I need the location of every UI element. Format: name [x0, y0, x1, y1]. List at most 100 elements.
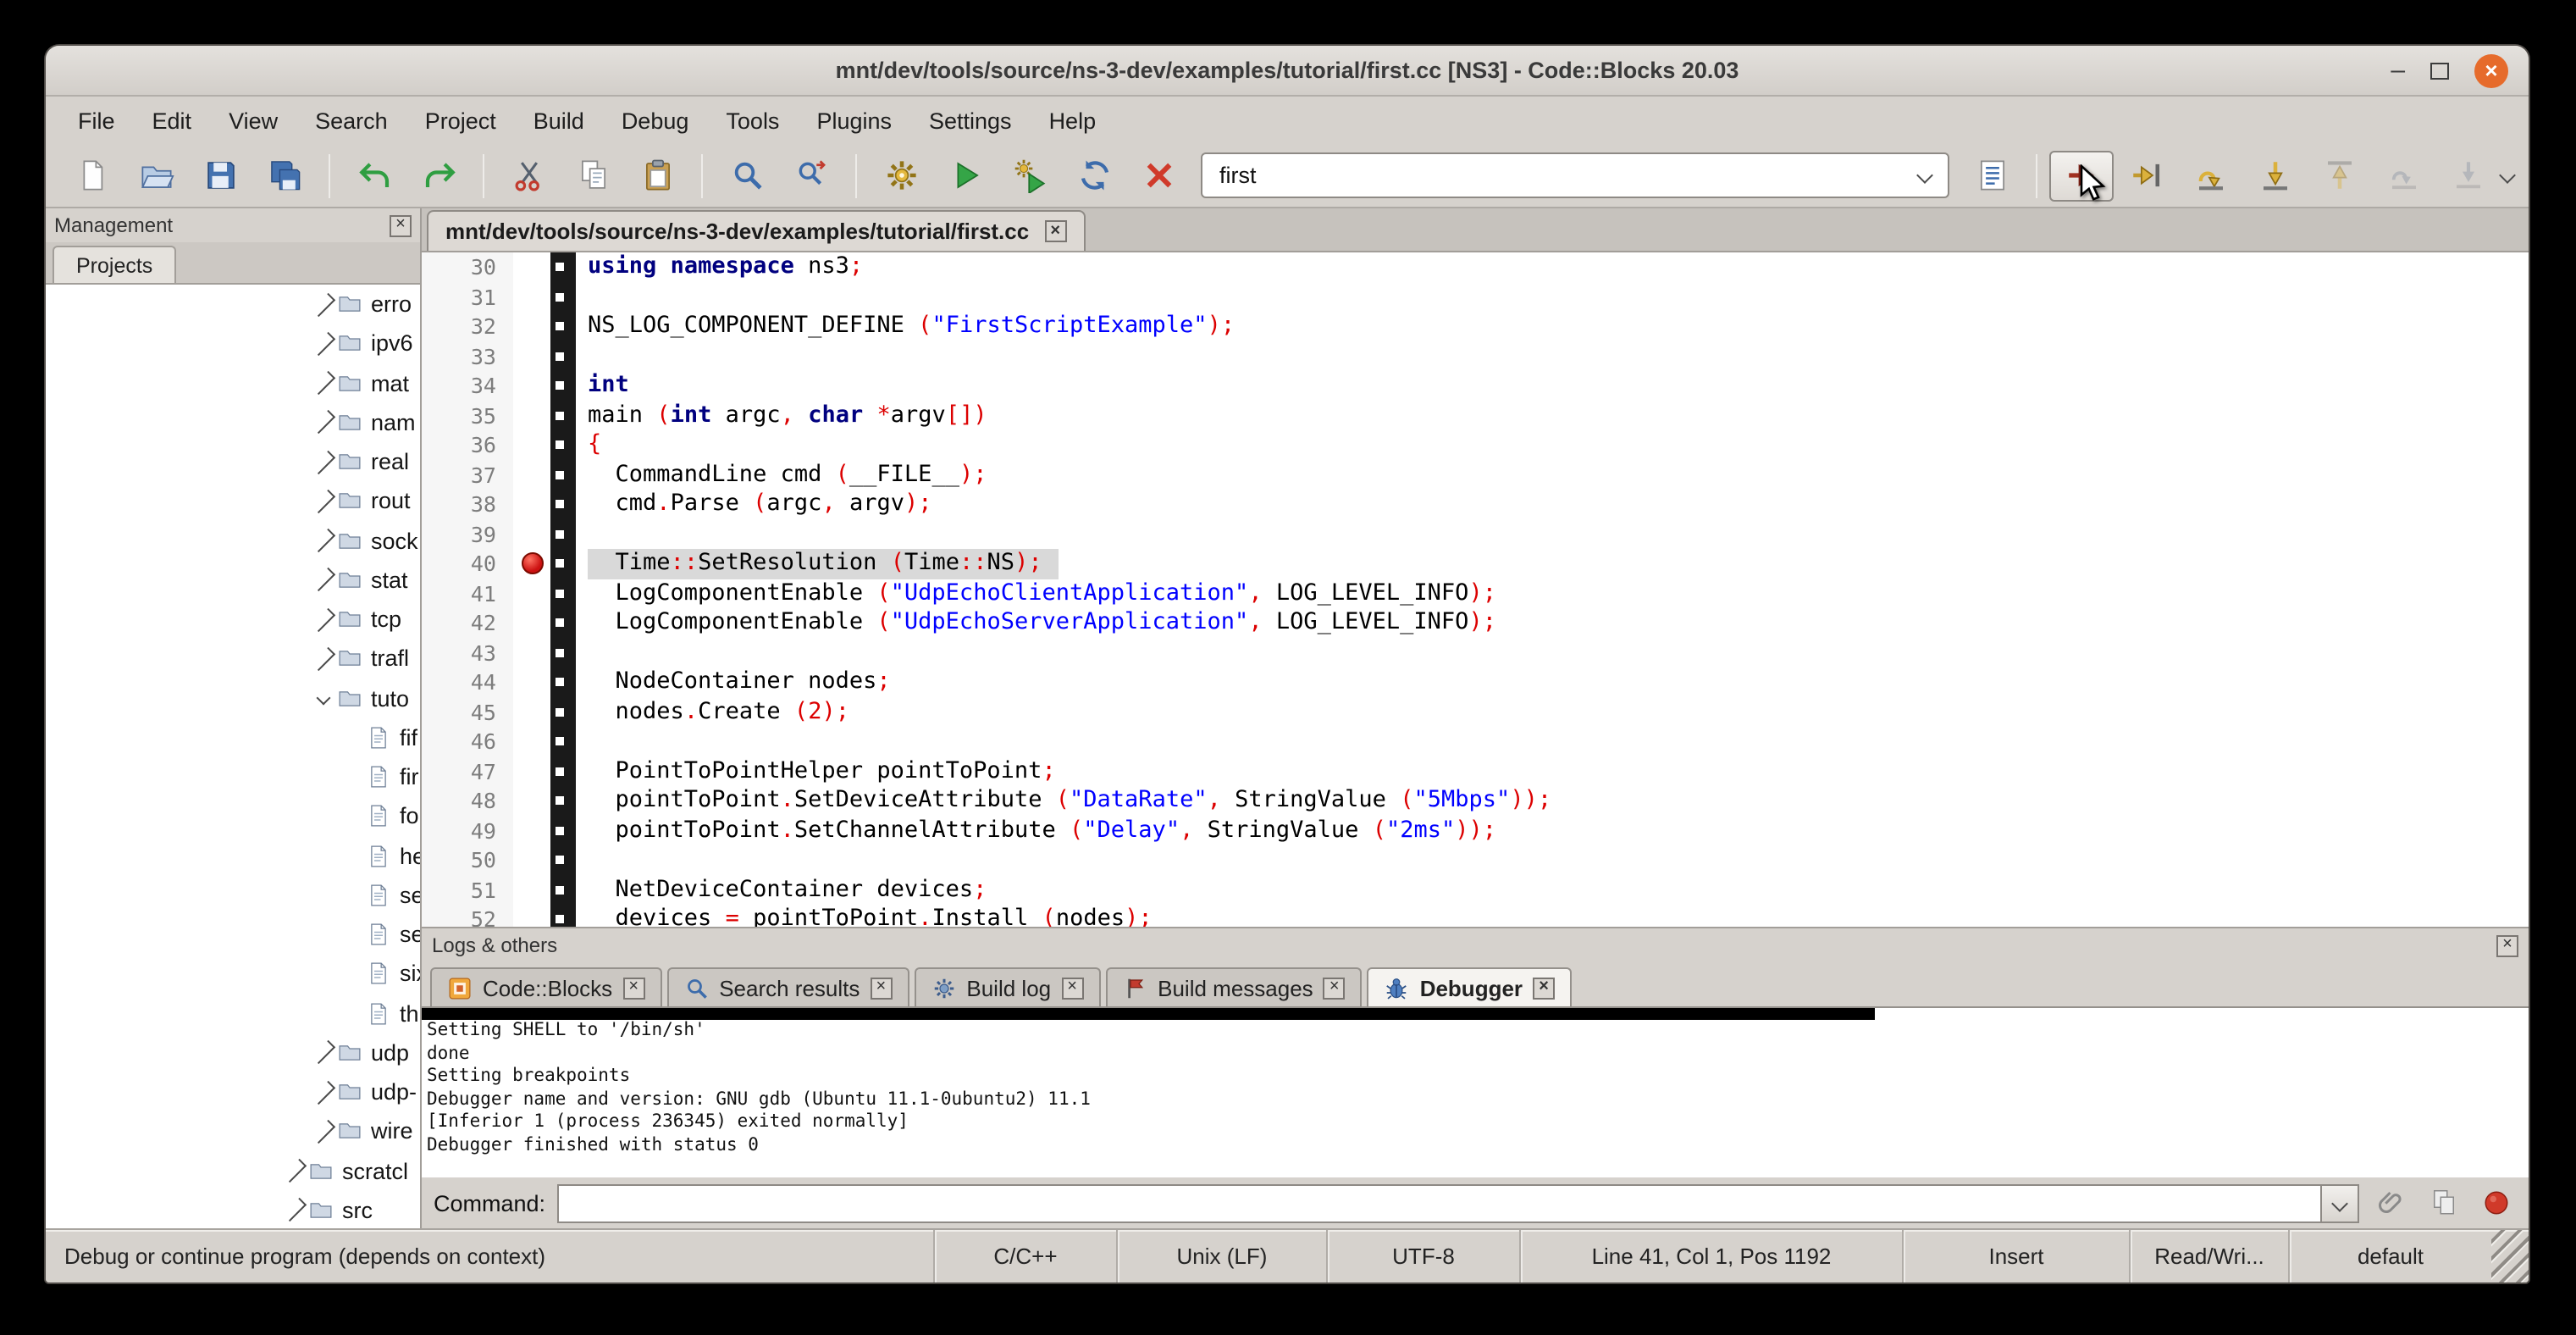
breakpoint-margin[interactable] [513, 579, 550, 608]
menu-help[interactable]: Help [1031, 101, 1115, 140]
code-line-46[interactable]: 46 [422, 727, 2529, 756]
code-line-50[interactable]: 50 [422, 845, 2529, 875]
tree-item-fif[interactable]: fif [46, 718, 420, 758]
open-file-button[interactable] [124, 150, 188, 201]
build-target-combobox[interactable]: first [1201, 152, 1949, 198]
breakpoint-margin[interactable] [513, 756, 550, 786]
tree-item-nam[interactable]: nam [46, 403, 420, 443]
step-out-button[interactable] [2307, 150, 2371, 201]
expand-toggle[interactable] [312, 457, 335, 467]
cut-button[interactable] [496, 150, 561, 201]
step-into-instruction-button[interactable] [2435, 150, 2500, 201]
breakpoint-margin[interactable] [513, 697, 550, 727]
editor-tab-first-cc[interactable]: mnt/dev/tools/source/ns-3-dev/examples/t… [427, 210, 1085, 251]
logs-tab-build-log[interactable]: Build log× [914, 967, 1100, 1006]
code-line-39[interactable]: 39 [422, 519, 2529, 549]
step-into-button[interactable] [2242, 150, 2307, 201]
expand-toggle[interactable] [312, 693, 335, 703]
expand-toggle[interactable] [312, 1087, 335, 1097]
menu-debug[interactable]: Debug [603, 101, 708, 140]
build-button[interactable] [869, 150, 933, 201]
tab-projects[interactable]: Projects [53, 246, 176, 283]
breakpoint-margin[interactable] [513, 371, 550, 401]
breakpoint-margin[interactable] [513, 312, 550, 341]
expand-toggle[interactable] [312, 1127, 335, 1137]
breakpoint-margin[interactable] [513, 845, 550, 875]
tree-item-src[interactable]: src [46, 1191, 420, 1229]
close-icon[interactable]: × [1044, 220, 1066, 242]
run-button[interactable] [933, 150, 998, 201]
redo-button[interactable] [406, 150, 471, 201]
tree-item-mat[interactable]: mat [46, 363, 420, 403]
debugger-log[interactable]: Setting SHELL to '/bin/sh'doneSetting br… [422, 1006, 2529, 1177]
expand-toggle[interactable] [312, 1048, 335, 1058]
tree-item-ipv6[interactable]: ipv6 [46, 324, 420, 364]
close-icon[interactable]: × [2496, 934, 2518, 956]
replace-button[interactable] [779, 150, 843, 201]
menu-plugins[interactable]: Plugins [798, 101, 910, 140]
breakpoint-margin[interactable] [513, 430, 550, 460]
tree-item-fo[interactable]: fo [46, 797, 420, 837]
code-line-51[interactable]: 51 NetDeviceContainer devices; [422, 875, 2529, 905]
tree-item-udp[interactable]: udp [46, 1033, 420, 1073]
close-icon[interactable]: × [390, 214, 412, 236]
title-bar[interactable]: mnt/dev/tools/source/ns-3-dev/examples/t… [46, 46, 2529, 97]
menu-settings[interactable]: Settings [910, 101, 1031, 140]
next-line-button[interactable] [2178, 150, 2242, 201]
logs-tab-search-results[interactable]: Search results× [666, 967, 909, 1006]
tree-item-se[interactable]: se [46, 915, 420, 955]
breakpoint-margin[interactable] [513, 905, 550, 927]
breakpoint-margin[interactable] [513, 786, 550, 816]
tree-item-sock[interactable]: sock [46, 521, 420, 561]
tree-item-se[interactable]: se [46, 876, 420, 916]
selected-log-row[interactable] [422, 1008, 1876, 1020]
breakpoint-margin[interactable] [513, 668, 550, 697]
expand-toggle[interactable] [312, 535, 335, 546]
code-line-42[interactable]: 42 LogComponentEnable ("UdpEchoServerApp… [422, 608, 2529, 638]
copy-button[interactable] [561, 150, 625, 201]
breakpoint-margin[interactable] [513, 549, 550, 579]
stop-debugger-button[interactable] [2476, 1183, 2517, 1223]
code-line-37[interactable]: 37 CommandLine cmd (__FILE__); [422, 460, 2529, 490]
expand-toggle[interactable] [312, 496, 335, 507]
save-all-button[interactable] [252, 150, 317, 201]
close-icon[interactable]: × [622, 977, 644, 999]
tree-item-rout[interactable]: rout [46, 482, 420, 522]
tree-item-fir[interactable]: fir [46, 757, 420, 797]
breakpoint-margin[interactable] [513, 638, 550, 668]
code-line-32[interactable]: 32NS_LOG_COMPONENT_DEFINE ("FirstScriptE… [422, 312, 2529, 341]
logs-tab-debugger[interactable]: Debugger× [1368, 967, 1572, 1006]
tree-item-he[interactable]: he [46, 836, 420, 876]
attach-button[interactable] [2371, 1183, 2412, 1223]
breakpoint-margin[interactable] [513, 252, 550, 282]
tree-item-trafl[interactable]: trafl [46, 640, 420, 679]
close-icon[interactable]: × [1324, 977, 1346, 999]
code-line-49[interactable]: 49 pointToPoint.SetChannelAttribute ("De… [422, 816, 2529, 845]
tree-item-udp[interactable]: udp- [46, 1072, 420, 1112]
expand-toggle[interactable] [283, 1205, 307, 1216]
expand-toggle[interactable] [312, 575, 335, 585]
code-line-45[interactable]: 45 nodes.Create (2); [422, 697, 2529, 727]
close-button[interactable]: × [2474, 53, 2508, 87]
code-line-41[interactable]: 41 LogComponentEnable ("UdpEchoClientApp… [422, 579, 2529, 608]
breakpoint-marker[interactable] [521, 553, 543, 575]
breakpoint-margin[interactable] [513, 875, 550, 905]
code-editor[interactable]: 30using namespace ns3;3132NS_LOG_COMPONE… [422, 252, 2529, 927]
menu-file[interactable]: File [59, 101, 134, 140]
code-line-31[interactable]: 31 [422, 282, 2529, 312]
new-file-button[interactable] [59, 150, 124, 201]
breakpoint-margin[interactable] [513, 282, 550, 312]
tree-item-six[interactable]: six [46, 955, 420, 994]
command-history-dropdown[interactable] [2322, 1183, 2359, 1222]
maximize-button[interactable] [2430, 62, 2449, 79]
minimize-button[interactable]: – [2391, 62, 2405, 79]
menu-view[interactable]: View [210, 101, 296, 140]
tree-item-erro[interactable]: erro [46, 285, 420, 324]
find-button[interactable] [715, 150, 779, 201]
save-file-button[interactable] [188, 150, 252, 201]
run-to-cursor-button[interactable] [2114, 150, 2178, 201]
breakpoint-margin[interactable] [513, 816, 550, 845]
resize-grip[interactable] [2491, 1230, 2529, 1282]
tree-item-real[interactable]: real [46, 442, 420, 482]
menu-build[interactable]: Build [515, 101, 603, 140]
